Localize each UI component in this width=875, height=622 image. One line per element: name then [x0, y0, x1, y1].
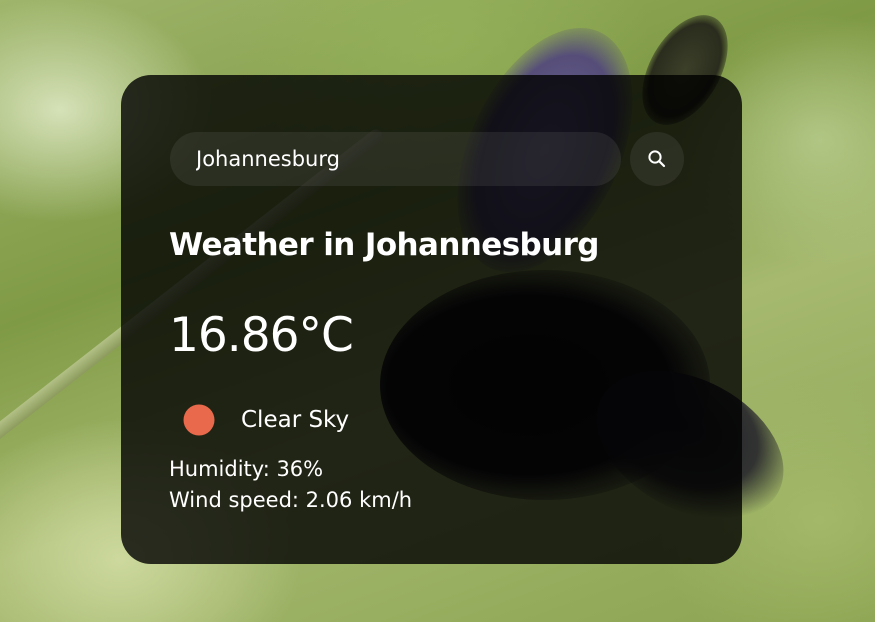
- sun-icon: [183, 404, 215, 436]
- search-input[interactable]: [170, 132, 621, 186]
- weather-condition: Clear Sky: [183, 403, 349, 437]
- wind-speed: Wind speed: 2.06 km/h: [169, 488, 413, 512]
- search-button[interactable]: [630, 132, 684, 186]
- weather-card: Weather in Johannesburg 16.86°C Clear Sk…: [121, 75, 742, 564]
- temperature: 16.86°C: [169, 308, 354, 363]
- condition-text: Clear Sky: [241, 407, 350, 433]
- search-icon: [648, 150, 666, 168]
- weather-title: Weather in Johannesburg: [169, 227, 599, 263]
- humidity: Humidity: 36%: [169, 457, 324, 481]
- search-bar: [170, 132, 684, 186]
